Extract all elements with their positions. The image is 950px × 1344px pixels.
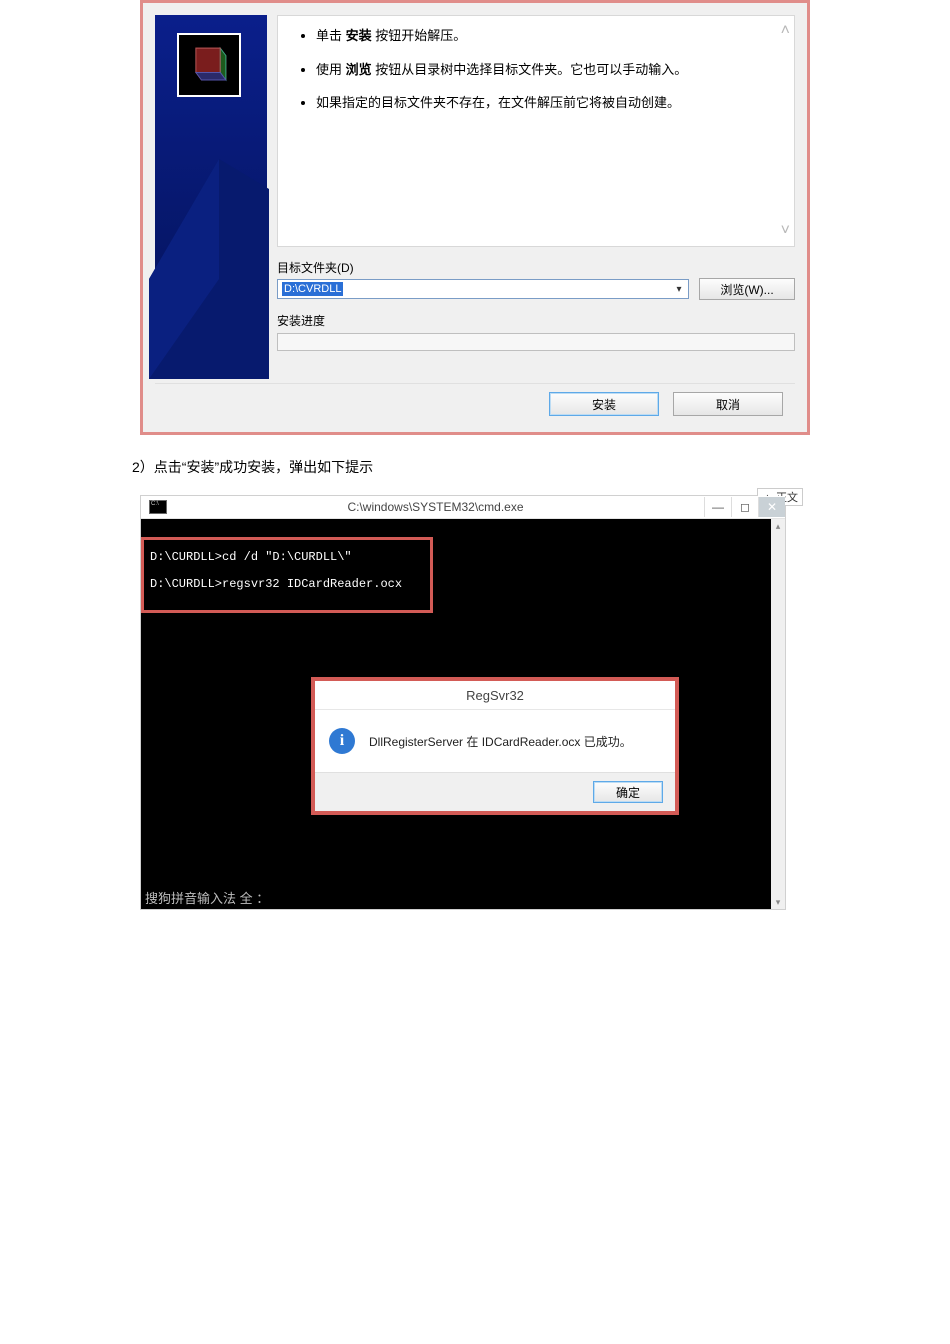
instruction-item: 单击 安装 按钮开始解压。 [316,26,752,46]
browse-button[interactable]: 浏览(W)... [699,278,795,300]
cmd-scrollbar[interactable]: ▴ ▾ [771,519,785,909]
cmd-icon [149,500,167,514]
regsvr-dialog: RegSvr32 i DllRegisterServer 在 IDCardRea… [311,677,679,815]
dest-folder-label: 目标文件夹(D) [277,259,795,276]
scroll-down-icon[interactable]: ˅ [781,222,790,240]
maximize-button[interactable]: ◻ [731,497,758,517]
dest-folder-value: D:\CVRDLL [282,282,343,296]
scroll-up-icon[interactable]: ▴ [771,519,785,533]
dest-folder-combo[interactable]: D:\CVRDLL ▾ [277,279,689,299]
regsvr-title: RegSvr32 [315,681,675,710]
close-button[interactable]: ✕ [758,497,785,517]
installer-side-panel [155,15,267,375]
step-caption: 2）点击“安装”成功安装，弹出如下提示 [132,457,950,477]
cmd-titlebar: C:\windows\SYSTEM32\cmd.exe — ◻ ✕ [141,496,785,519]
ime-status: 搜狗拼音输入法 全 ： [145,888,269,907]
cmd-window: ▲ 正文 C:\windows\SYSTEM32\cmd.exe — ◻ ✕ ▴… [140,495,786,910]
chevron-down-icon[interactable]: ▾ [672,282,686,296]
regsvr-message: DllRegisterServer 在 IDCardReader.ocx 已成功… [369,733,632,750]
cmd-line: D:\CURDLL>regsvr32 IDCardReader.ocx [150,573,402,596]
progress-label: 安装进度 [277,312,795,329]
progress-bar [277,333,795,351]
scroll-down-icon[interactable]: ▾ [771,895,785,909]
cancel-button[interactable]: 取消 [673,392,783,416]
ok-button[interactable]: 确定 [593,781,663,803]
install-button[interactable]: 安装 [549,392,659,416]
minimize-button[interactable]: — [704,497,731,517]
instruction-item: 如果指定的目标文件夹不存在，在文件解压前它将被自动创建。 [316,93,752,113]
app-logo-icon [177,33,241,97]
cmd-title: C:\windows\SYSTEM32\cmd.exe [167,500,704,514]
cmd-line: D:\CURDLL>cd /d "D:\CURDLL\" [150,546,402,569]
decorative-shape [149,159,269,379]
instructions-box: ˄ ˅ 单击 安装 按钮开始解压。 使用 浏览 按钮从目录树中选择目标文件夹。它… [277,15,795,247]
installer-window: ˄ ˅ 单击 安装 按钮开始解压。 使用 浏览 按钮从目录树中选择目标文件夹。它… [140,0,810,435]
cmd-body: ▴ ▾ D:\CURDLL>cd /d "D:\CURDLL\" D:\CURD… [141,519,785,909]
scroll-up-icon[interactable]: ˄ [781,22,790,40]
instruction-item: 使用 浏览 按钮从目录树中选择目标文件夹。它也可以手动输入。 [316,60,752,80]
cmd-highlight-box: D:\CURDLL>cd /d "D:\CURDLL\" D:\CURDLL>r… [141,537,433,613]
info-icon: i [329,728,355,754]
